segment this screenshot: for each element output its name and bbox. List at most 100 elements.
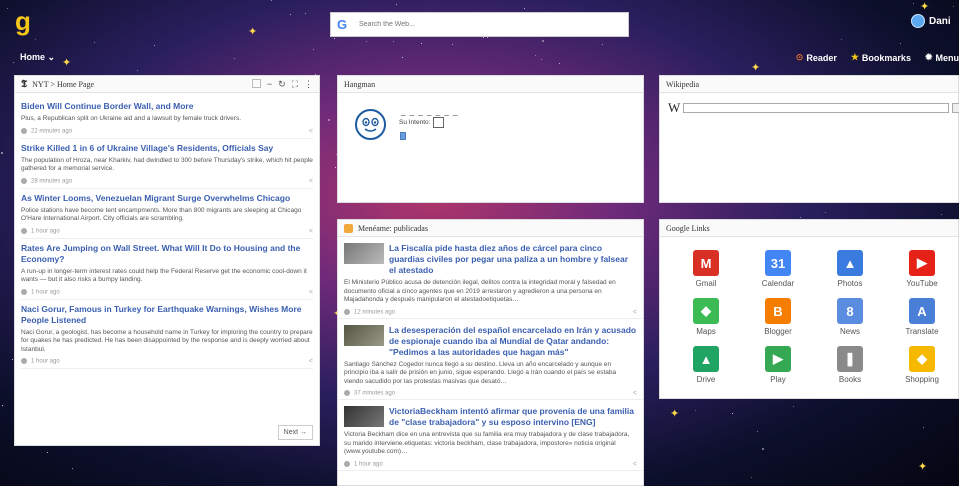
news-title[interactable]: As Winter Looms, Venezuelan Migrant Surg…: [21, 193, 313, 204]
news-title[interactable]: Rates Are Jumping on Wall Street. What W…: [21, 243, 313, 265]
more-icon[interactable]: ⋮: [304, 79, 313, 90]
star-icon: ★: [850, 52, 859, 62]
news-time: 28 minutes ago: [31, 178, 73, 185]
google-app-translate[interactable]: A Translate: [886, 298, 958, 336]
wikipedia-search-input[interactable]: [683, 103, 950, 113]
user-name: Dani: [929, 15, 951, 27]
news-item[interactable]: VictoriaBeckham intentó afirmar que prov…: [338, 400, 643, 471]
smiley-face-icon: [355, 109, 386, 140]
news-title[interactable]: La Fiscalía pide hasta diez años de cárc…: [389, 243, 637, 276]
shopping-icon: ◆: [909, 346, 935, 372]
blogger-icon: B: [765, 298, 791, 324]
share-icon[interactable]: <: [309, 228, 313, 235]
wikipedia-logo-icon: W: [668, 100, 681, 115]
guess-input[interactable]: [433, 117, 445, 128]
google-app-youtube[interactable]: ▶ YouTube: [886, 250, 958, 288]
news-thumbnail[interactable]: [344, 243, 384, 264]
nyt-widget: 𝕿 NYT > Home Page − ↻ ⛶ ⋮ Biden Will Con…: [14, 75, 320, 446]
share-icon[interactable]: <: [309, 128, 313, 135]
google-app-maps[interactable]: ◆ Maps: [670, 298, 742, 336]
reader-button[interactable]: ⊙ Reader: [796, 52, 837, 63]
news-title[interactable]: Biden Will Continue Border Wall, and Mor…: [21, 101, 313, 112]
clock-icon: [344, 390, 350, 397]
google-links-header: Google Links: [660, 220, 958, 237]
nyt-header: 𝕿 NYT > Home Page − ↻ ⛶ ⋮: [15, 76, 319, 93]
google-app-label: Shopping: [905, 375, 939, 384]
clock-icon: [344, 308, 350, 315]
share-icon[interactable]: <: [309, 178, 313, 185]
google-app-photos[interactable]: ▲ Photos: [814, 250, 886, 288]
rss-icon: ⊙: [795, 52, 804, 62]
news-thumbnail[interactable]: [344, 324, 384, 346]
news-title[interactable]: Strike Killed 1 in 6 of Ukraine Village'…: [21, 143, 313, 154]
share-icon[interactable]: <: [633, 461, 637, 468]
user-profile[interactable]: Dani: [911, 14, 959, 28]
google-app-blogger[interactable]: B Blogger: [742, 298, 814, 336]
books-icon: ❚: [837, 346, 863, 372]
wikipedia-header: Wikipedia: [660, 76, 958, 93]
app-logo[interactable]: g: [15, 8, 33, 36]
google-apps-grid: M Gmail 31 Calendar ▲ Photos ▶ YouTube ◆ Maps B Blo…: [670, 250, 958, 384]
checkbox-icon[interactable]: [251, 78, 261, 88]
news-title[interactable]: La desesperación del español encarcelado…: [389, 325, 637, 358]
web-search-bar[interactable]: G: [330, 12, 629, 37]
share-icon[interactable]: <: [633, 390, 637, 397]
meneame-widget: Menéame: publicadas La Fiscalía pide has…: [337, 219, 644, 486]
bookmarks-button[interactable]: ★ Bookmarks: [851, 52, 911, 63]
google-app-drive[interactable]: ▲ Drive: [670, 346, 742, 384]
news-item[interactable]: La Fiscalía pide hasta diez años de cárc…: [338, 237, 643, 319]
nav-bar: Home ⌄ ⊙ Reader ★ Bookmarks ✹ Menu: [0, 52, 959, 66]
news-item[interactable]: La desesperación del español encarcelado…: [338, 319, 643, 400]
news-time: 1 hour ago: [31, 358, 60, 365]
news-time: 12 minutes ago: [354, 309, 396, 316]
expand-icon[interactable]: ⛶: [292, 79, 298, 90]
google-app-news[interactable]: 8 News: [814, 298, 886, 336]
refresh-icon[interactable]: ↻: [278, 79, 286, 90]
google-app-shopping[interactable]: ◆ Shopping: [886, 346, 958, 384]
next-button[interactable]: Next →: [277, 425, 313, 440]
news-item[interactable]: Naci Gorur, Famous in Turkey for Earthqu…: [21, 300, 313, 369]
clock-icon: [344, 460, 350, 467]
google-app-play[interactable]: ▶ Play: [742, 346, 814, 384]
user-avatar-icon: [911, 14, 925, 28]
share-icon[interactable]: <: [633, 309, 637, 316]
guess-submit-button[interactable]: [400, 132, 406, 140]
news-title[interactable]: Naci Gorur, Famous in Turkey for Earthqu…: [21, 304, 313, 326]
clock-icon: [21, 288, 27, 295]
hangman-header: Hangman: [338, 76, 643, 93]
news-item[interactable]: Strike Killed 1 in 6 of Ukraine Village'…: [21, 139, 313, 189]
menu-button[interactable]: ✹ Menu: [925, 52, 959, 63]
google-app-gmail[interactable]: M Gmail: [670, 250, 742, 288]
nyt-title: NYT > Home Page: [32, 79, 95, 89]
meneame-logo-icon: [344, 223, 353, 233]
nyt-logo-icon: 𝕿: [21, 78, 28, 90]
google-app-label: Calendar: [761, 279, 795, 288]
news-item[interactable]: Biden Will Continue Border Wall, and Mor…: [21, 97, 313, 139]
guess-label: Su Intento:: [399, 119, 431, 126]
google-app-label: Translate: [905, 327, 939, 336]
hangman-widget: Hangman _ _ _ _ _ _ _ Su Intento:: [337, 75, 644, 203]
news-title[interactable]: VictoriaBeckham intentó afirmar que prov…: [389, 406, 637, 428]
google-app-label: YouTube: [906, 279, 938, 288]
news-thumbnail[interactable]: [344, 406, 384, 427]
share-icon[interactable]: <: [309, 358, 313, 365]
wikipedia-search-button[interactable]: [952, 103, 959, 113]
search-input[interactable]: [359, 21, 619, 28]
news-summary: Naci Gorur, a geologist, has become a ho…: [21, 328, 313, 353]
news-time: 37 minutes ago: [354, 390, 396, 397]
home-dropdown[interactable]: Home ⌄: [20, 52, 55, 63]
calendar-icon: 31: [765, 250, 791, 276]
google-app-label: Maps: [696, 327, 716, 336]
news-item[interactable]: As Winter Looms, Venezuelan Migrant Surg…: [21, 189, 313, 239]
gear-icon: ✹: [924, 52, 933, 62]
google-app-label: Books: [838, 375, 862, 384]
news-summary: A run-up in longer-term interest rates c…: [21, 267, 307, 284]
minimize-icon[interactable]: −: [267, 79, 272, 90]
news-time: 1 hour ago: [31, 289, 60, 296]
clock-icon: [21, 127, 27, 134]
google-app-calendar[interactable]: 31 Calendar: [742, 250, 814, 288]
news-item[interactable]: Rates Are Jumping on Wall Street. What W…: [21, 239, 313, 300]
share-icon[interactable]: <: [309, 289, 313, 296]
google-app-books[interactable]: ❚ Books: [814, 346, 886, 384]
wikipedia-title: Wikipedia: [666, 79, 699, 89]
